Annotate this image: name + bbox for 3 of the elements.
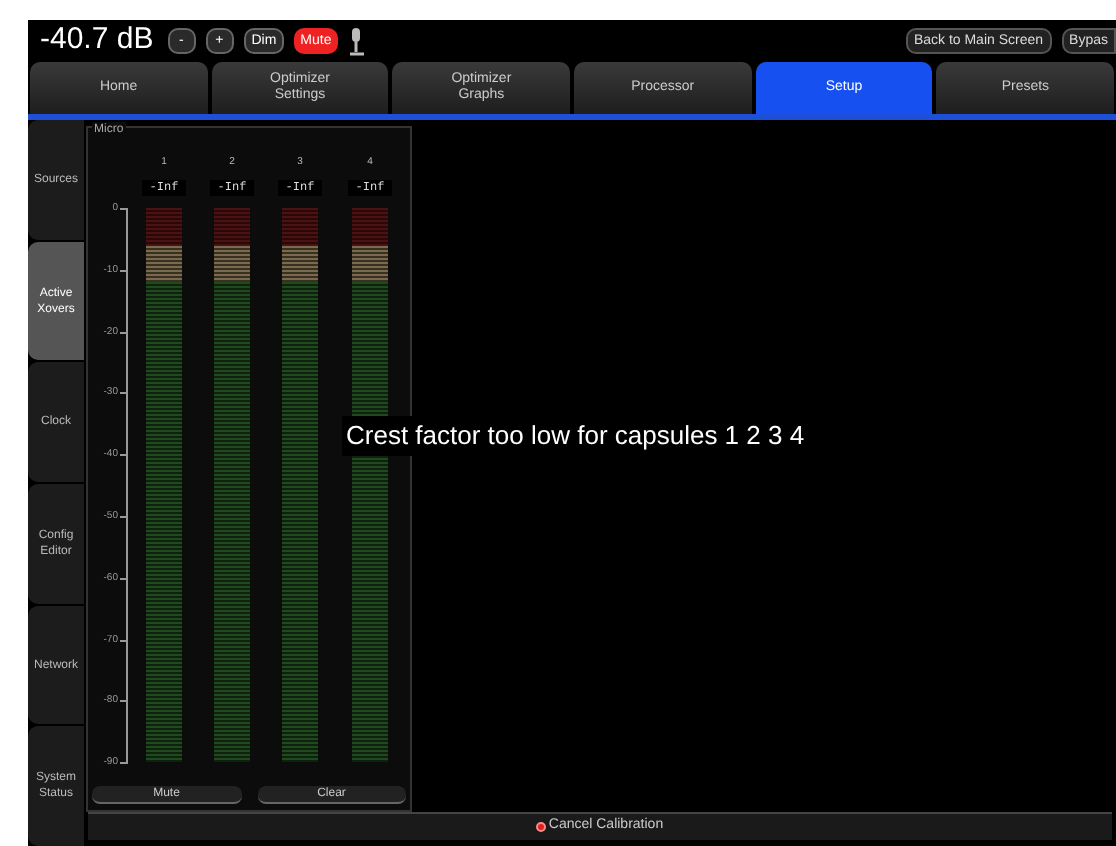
volume-readout: -40.7 dB xyxy=(40,20,154,61)
microphone-icon[interactable] xyxy=(347,27,366,55)
message-text: Crest factor too low for capsules 1 2 3 4 xyxy=(342,416,805,455)
